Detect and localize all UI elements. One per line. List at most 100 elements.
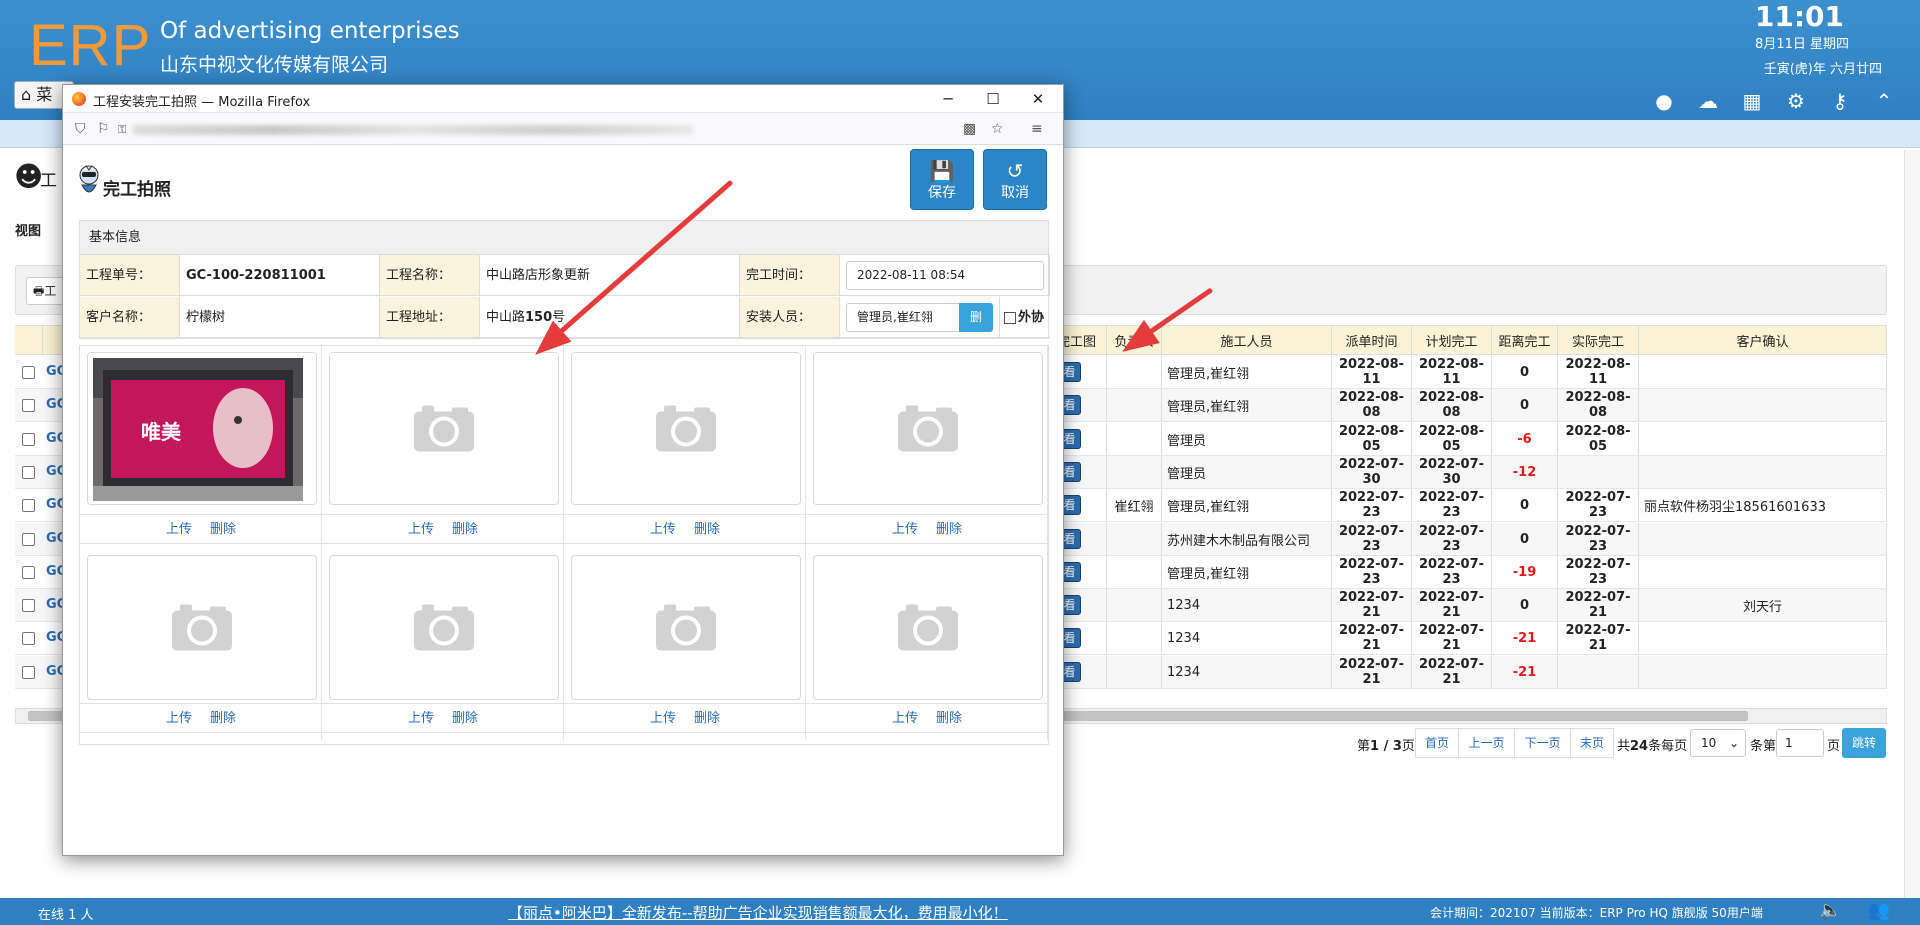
close-icon[interactable]: ✕ <box>1015 85 1061 113</box>
shield-icon[interactable]: ⛉ <box>75 121 86 137</box>
row-worker: 管理员 <box>1162 423 1332 455</box>
minimize-icon[interactable]: ─ <box>925 85 971 113</box>
upload-link[interactable]: 上传 <box>408 711 434 726</box>
upload-link[interactable]: 上传 <box>650 522 676 537</box>
delete-link[interactable]: 删除 <box>694 711 720 726</box>
installer-cell: 管理员,崔红翎 删 外协 <box>840 297 1050 338</box>
installer-input[interactable]: 管理员,崔红翎 <box>846 303 960 332</box>
finish-time-label: 完工时间： <box>740 255 840 296</box>
row-plan-date: 2022-08-05 <box>1412 423 1492 455</box>
address-street: 中山路 <box>486 310 526 325</box>
photo-frame[interactable] <box>571 555 801 700</box>
upload-link[interactable]: 上传 <box>166 522 192 537</box>
upload-link[interactable]: 上传 <box>408 522 434 537</box>
photo-slot: 上传 删除 <box>322 346 564 544</box>
row-checkbox[interactable] <box>22 533 35 546</box>
uploaded-photo[interactable]: 唯美 <box>93 358 303 501</box>
photo-frame[interactable]: 唯美 <box>87 352 317 505</box>
delete-link[interactable]: 删除 <box>452 711 478 726</box>
row-owner <box>1107 423 1162 455</box>
checkbox-box[interactable] <box>1004 311 1016 324</box>
speaker-icon[interactable]: 🔈 <box>1819 900 1841 921</box>
delete-link[interactable]: 删除 <box>936 711 962 726</box>
key-icon[interactable]: ⚷ <box>1826 89 1854 113</box>
cancel-button[interactable]: ↺ 取消 <box>983 149 1047 210</box>
row-remain-days: -21 <box>1492 622 1558 654</box>
last-page-button[interactable]: 末页 <box>1570 728 1614 758</box>
row-owner: 崔红翎 <box>1107 489 1162 521</box>
camera-placeholder-icon <box>656 602 716 653</box>
apps-grid-icon[interactable]: ▦ <box>1738 89 1766 113</box>
delete-link[interactable]: 删除 <box>452 522 478 537</box>
row-plan-date: 2022-07-30 <box>1412 456 1492 488</box>
row-checkbox[interactable] <box>22 666 35 679</box>
delete-link[interactable]: 删除 <box>936 522 962 537</box>
row-worker: 管理员,崔红翎 <box>1162 356 1332 388</box>
row-plan-date: 2022-08-11 <box>1412 356 1492 388</box>
row-checkbox[interactable] <box>22 433 35 446</box>
photo-frame[interactable] <box>329 555 559 700</box>
row-actual-date: 2022-08-05 <box>1558 423 1639 455</box>
installer-delete-button[interactable]: 删 <box>959 303 993 332</box>
print-button[interactable]: 🖶工 <box>26 277 66 305</box>
row-dispatch-date: 2022-07-21 <box>1332 589 1412 621</box>
promo-link[interactable]: 【丽点•阿米巴】全新发布--帮助广告企业实现销售额最大化，费用最小化！ <box>508 902 1008 923</box>
cloud-upload-icon[interactable]: ☁ <box>1694 89 1722 113</box>
row-dispatch-date: 2022-07-23 <box>1332 489 1412 521</box>
row-dispatch-date: 2022-08-11 <box>1332 356 1412 388</box>
row-actual-date <box>1558 656 1639 688</box>
upload-link[interactable]: 上传 <box>892 522 918 537</box>
photo-frame[interactable] <box>87 555 317 700</box>
per-page-select[interactable]: 10 ⌄ <box>1690 729 1746 757</box>
settings-gear-icon[interactable]: ⚙ <box>1782 89 1810 113</box>
header-subtitle: Of advertising enterprises <box>160 18 460 44</box>
row-checkbox[interactable] <box>22 499 35 512</box>
permissions-icon[interactable]: ⚐ <box>97 121 110 137</box>
photo-frame[interactable] <box>571 352 801 505</box>
address-number: 150 <box>525 310 553 325</box>
hamburger-menu-icon[interactable]: ≡ <box>1031 121 1043 137</box>
page-info-suffix: 页 <box>1401 739 1415 754</box>
row-checkbox[interactable] <box>22 599 35 612</box>
delete-link[interactable]: 删除 <box>694 522 720 537</box>
delete-link[interactable]: 删除 <box>210 522 236 537</box>
photo-frame[interactable] <box>329 352 559 505</box>
bookmark-star-icon[interactable]: ☆ <box>991 121 1004 137</box>
photo-frame[interactable] <box>813 352 1043 505</box>
prev-page-button[interactable]: 上一页 <box>1458 728 1515 758</box>
section-basic-info: 基本信息 <box>79 220 1049 255</box>
upload-link[interactable]: 上传 <box>650 711 676 726</box>
first-page-button[interactable]: 首页 <box>1415 728 1459 758</box>
outsource-checkbox[interactable]: 外协 <box>999 297 1044 338</box>
page-number-input[interactable]: 1 <box>1776 729 1824 757</box>
jump-button[interactable]: 跳转 <box>1842 728 1886 758</box>
row-checkbox[interactable] <box>22 366 35 379</box>
row-actual-date <box>1558 456 1639 488</box>
delete-link[interactable]: 删除 <box>210 711 236 726</box>
row-checkbox[interactable] <box>22 399 35 412</box>
photo-frame[interactable] <box>813 555 1043 700</box>
upload-link[interactable]: 上传 <box>166 711 192 726</box>
maximize-icon[interactable]: ☐ <box>970 85 1016 113</box>
next-page-button[interactable]: 下一页 <box>1514 728 1571 758</box>
row-checkbox[interactable] <box>22 632 35 645</box>
url-bar[interactable] <box>133 125 693 135</box>
row-plan-date: 2022-07-23 <box>1412 489 1492 521</box>
page-mascot-icon: ☻ <box>14 160 44 193</box>
camera-placeholder-icon <box>656 403 716 454</box>
row-dispatch-date: 2022-07-23 <box>1332 523 1412 555</box>
row-checkbox[interactable] <box>22 466 35 479</box>
user-icon[interactable]: ● <box>1650 89 1678 113</box>
view-label[interactable]: 视图 <box>15 220 41 239</box>
vertical-scrollbar[interactable] <box>1904 150 1920 900</box>
save-button[interactable]: 💾 保存 <box>910 149 974 210</box>
qr-code-icon[interactable]: ▩ <box>963 121 976 137</box>
col-plan: 计划完工 <box>1412 326 1492 354</box>
finish-time-input[interactable]: 2022-08-11 08:54 <box>846 261 1044 290</box>
row-customer-confirm: 刘天行 <box>1639 589 1887 621</box>
users-icon[interactable]: 👥 <box>1868 900 1890 921</box>
popup-titlebar: 工程安装完工拍照 — Mozilla Firefox ─ ☐ ✕ <box>63 85 1063 113</box>
upload-link[interactable]: 上传 <box>892 711 918 726</box>
collapse-up-icon[interactable]: ⌃ <box>1870 89 1898 113</box>
row-checkbox[interactable] <box>22 566 35 579</box>
